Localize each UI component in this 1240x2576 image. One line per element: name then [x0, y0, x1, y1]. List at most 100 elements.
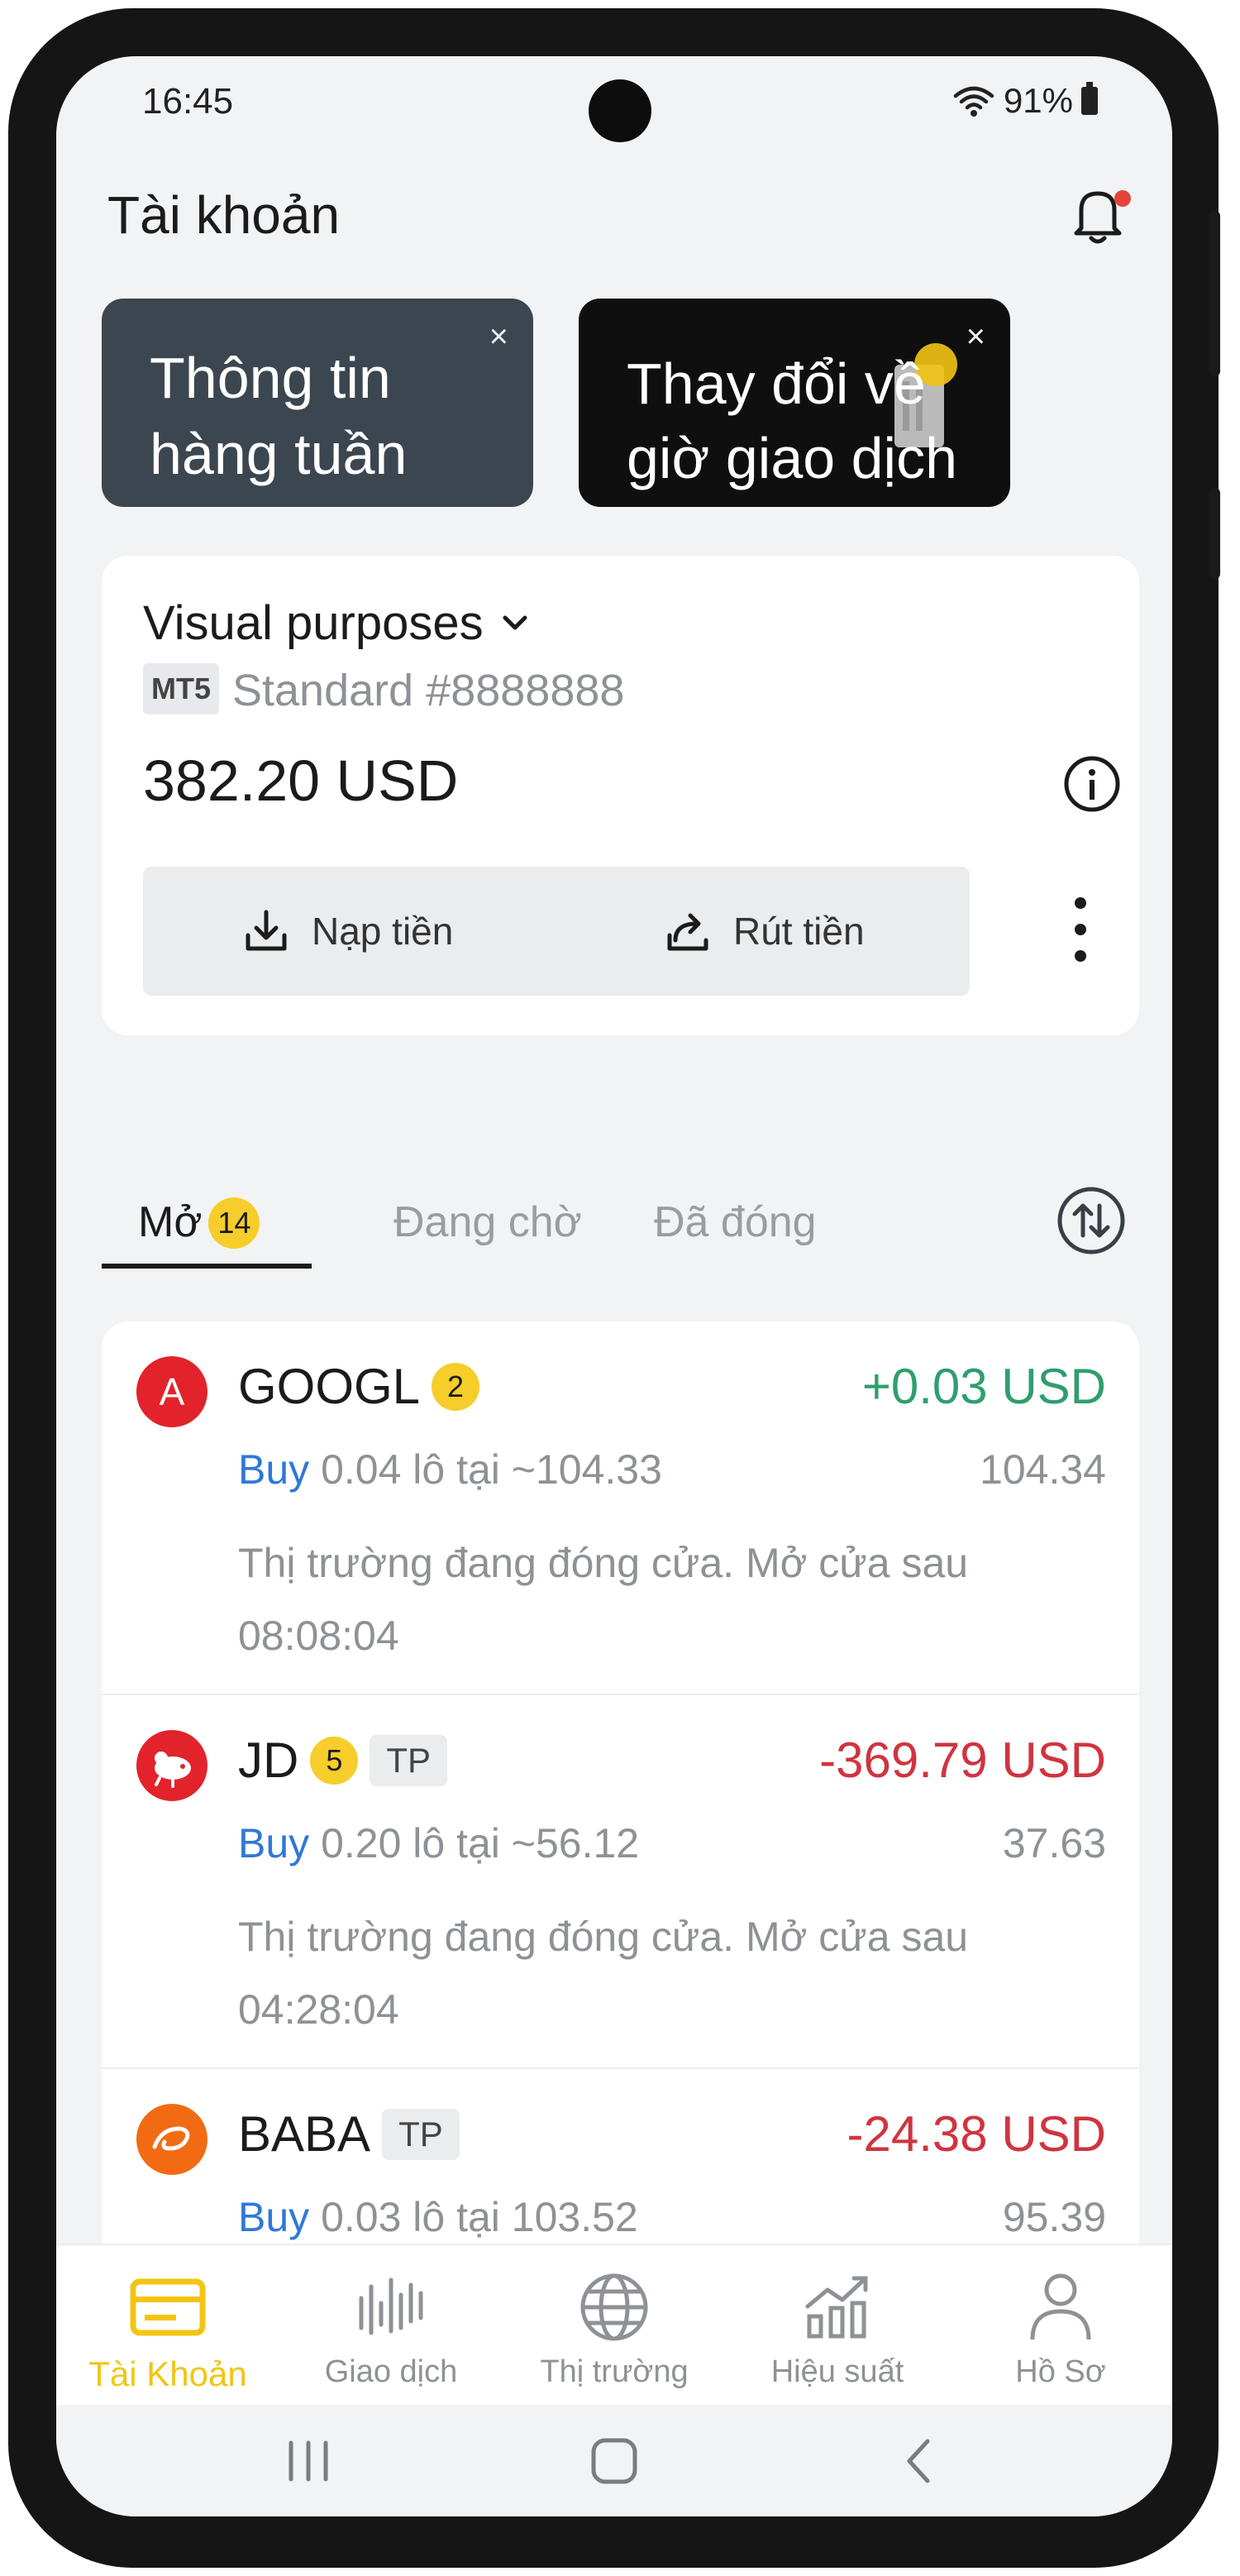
positions-list: A GOOGL 2 +0.03 USD Buy 0.04 lô tại ~104… — [102, 1321, 1139, 2314]
order-volume: 0.03 lô tại 103.52 — [309, 2194, 638, 2240]
status-bar: 16:45 91% — [56, 56, 1172, 147]
account-name: Visual purposes — [143, 596, 484, 650]
position-tabs: Mở 14 Đang chờ Đã đóng — [102, 1181, 1139, 1272]
order-side: Buy — [238, 1820, 310, 1866]
info-icon[interactable] — [1061, 753, 1123, 815]
take-profit-badge: TP — [382, 2108, 460, 2160]
current-price: 104.34 — [980, 1446, 1106, 1493]
tab-pending[interactable]: Đang chờ — [393, 1197, 582, 1247]
chevron-down-icon — [503, 615, 527, 629]
symbol-name-group: JD 5 TP — [238, 1732, 448, 1789]
account-balance: 382.20 USD — [143, 748, 459, 813]
symbol-name-group: BABA TP — [238, 2105, 460, 2163]
phone-frame: 16:45 91% Tài khoản Thông tin hàng tuần … — [8, 8, 1220, 2568]
baba-logo-icon — [136, 2104, 207, 2175]
performance-chart-icon — [805, 2276, 868, 2339]
open-count-badge: 14 — [208, 1197, 260, 1249]
sort-icon[interactable] — [1055, 1184, 1128, 1257]
front-camera — [589, 79, 651, 142]
promo-card-trading-hours[interactable]: Thay đổi về giờ giao dịch × — [579, 299, 1010, 507]
wifi-icon — [953, 86, 994, 117]
order-detail: Buy 0.20 lô tại ~56.12 — [238, 1819, 639, 1867]
nav-label: Tài Khoản — [88, 2354, 247, 2393]
status-time: 16:45 — [142, 81, 234, 122]
position-count-badge: 5 — [310, 1736, 359, 1785]
order-detail: Buy 0.04 lô tại ~104.33 — [238, 1446, 662, 1494]
account-selector[interactable]: Visual purposes — [143, 595, 532, 651]
deposit-button[interactable]: Nạp tiền — [242, 867, 453, 996]
back-icon[interactable] — [891, 2436, 949, 2486]
notification-dot — [1114, 190, 1131, 207]
nav-profile[interactable]: Hồ Sơ — [949, 2245, 1172, 2406]
position-row[interactable]: A GOOGL 2 +0.03 USD Buy 0.04 lô tại ~104… — [102, 1321, 1139, 1695]
jd-logo-icon — [136, 1730, 207, 1801]
nav-performance[interactable]: Hiệu suất — [726, 2245, 949, 2406]
symbol-name-group: GOOGL 2 — [238, 1358, 480, 1415]
symbol-name: GOOGL — [238, 1359, 421, 1414]
nav-market[interactable]: Thị trường — [503, 2245, 726, 2406]
promo-text: Thông tin hàng tuần — [150, 340, 407, 492]
share-out-icon — [667, 913, 708, 951]
order-side: Buy — [238, 2194, 310, 2240]
account-card: Visual purposes MT5 Standard #8888888 38… — [102, 556, 1139, 1035]
take-profit-badge: TP — [370, 1734, 448, 1786]
symbol-name: BABA — [238, 2106, 371, 2162]
active-tab-indicator — [102, 1264, 312, 1269]
tab-open-label: Mở — [138, 1198, 203, 1246]
order-volume: 0.04 lô tại ~104.33 — [309, 1446, 662, 1493]
promo-line-1: Thay đổi về — [627, 351, 926, 416]
nav-label: Thị trường — [540, 2354, 689, 2389]
promo-line-1: Thông tin — [150, 346, 391, 410]
current-price: 95.39 — [1002, 2194, 1106, 2240]
candlestick-icon — [359, 2277, 423, 2335]
platform-badge: MT5 — [143, 663, 219, 714]
nav-trade[interactable]: Giao dịch — [279, 2245, 503, 2406]
power-button — [1209, 488, 1220, 579]
profit-loss: +0.03 USD — [861, 1359, 1106, 1414]
screen: 16:45 91% Tài khoản Thông tin hàng tuần … — [56, 56, 1172, 2516]
tab-closed[interactable]: Đã đóng — [654, 1197, 817, 1247]
wallet-icon — [130, 2278, 206, 2336]
battery-icon — [1081, 82, 1098, 115]
alibaba-icon — [152, 2126, 190, 2151]
recent-apps-icon[interactable] — [279, 2436, 337, 2486]
promo-card-weekly[interactable]: Thông tin hàng tuần × — [102, 299, 533, 507]
order-volume: 0.20 lô tại ~56.12 — [309, 1820, 640, 1866]
status-right: 91% — [952, 81, 1098, 121]
profit-loss: -24.38 USD — [847, 2106, 1106, 2162]
nav-account[interactable]: Tài Khoản — [56, 2245, 279, 2406]
system-nav-bar — [56, 2405, 1172, 2516]
nav-label: Hiệu suất — [770, 2354, 904, 2389]
profile-icon — [1030, 2273, 1091, 2340]
profit-loss: -369.79 USD — [819, 1732, 1106, 1788]
market-status-message: Thị trường đang đóng cửa. Mở cửa sau 04:… — [238, 1914, 969, 2033]
close-icon[interactable]: × — [489, 318, 508, 356]
symbol-logo: A — [136, 1356, 207, 1427]
order-detail: Buy 0.03 lô tại 103.52 — [238, 2193, 638, 2241]
deposit-label: Nạp tiền — [312, 910, 454, 953]
close-icon[interactable]: × — [966, 318, 985, 356]
battery-percent: 91% — [1003, 81, 1073, 120]
promo-line-2: hàng tuần — [150, 422, 408, 486]
more-vertical-icon[interactable] — [1071, 895, 1090, 964]
withdraw-button[interactable]: Rút tiền — [664, 867, 865, 996]
deposit-withdraw-bar: Nạp tiền Rút tiền — [143, 867, 970, 996]
account-type: Standard #8888888 — [232, 666, 625, 715]
market-status-message: Thị trường đang đóng cửa. Mở cửa sau 08:… — [238, 1540, 969, 1659]
home-icon[interactable] — [585, 2436, 643, 2486]
bottom-nav: Tài Khoản Giao dịch Thị trường Hiệu suất… — [56, 2244, 1172, 2405]
download-icon — [246, 910, 287, 951]
nav-label: Giao dịch — [324, 2354, 458, 2389]
volume-button — [1209, 211, 1220, 376]
withdraw-label: Rút tiền — [733, 910, 865, 953]
position-count-badge: 2 — [432, 1362, 480, 1411]
dog-icon — [155, 1752, 191, 1788]
page-title: Tài khoản — [107, 185, 341, 245]
position-row[interactable]: JD 5 TP -369.79 USD Buy 0.20 lô tại ~56.… — [102, 1695, 1139, 2069]
promo-line-2: giờ giao dịch — [627, 426, 958, 490]
tab-open[interactable]: Mở 14 — [138, 1197, 260, 1249]
promo-text: Thay đổi về giờ giao dịch — [627, 346, 957, 495]
symbol-name: JD — [238, 1732, 299, 1788]
current-price: 37.63 — [1002, 1820, 1106, 1866]
order-side: Buy — [238, 1446, 310, 1493]
